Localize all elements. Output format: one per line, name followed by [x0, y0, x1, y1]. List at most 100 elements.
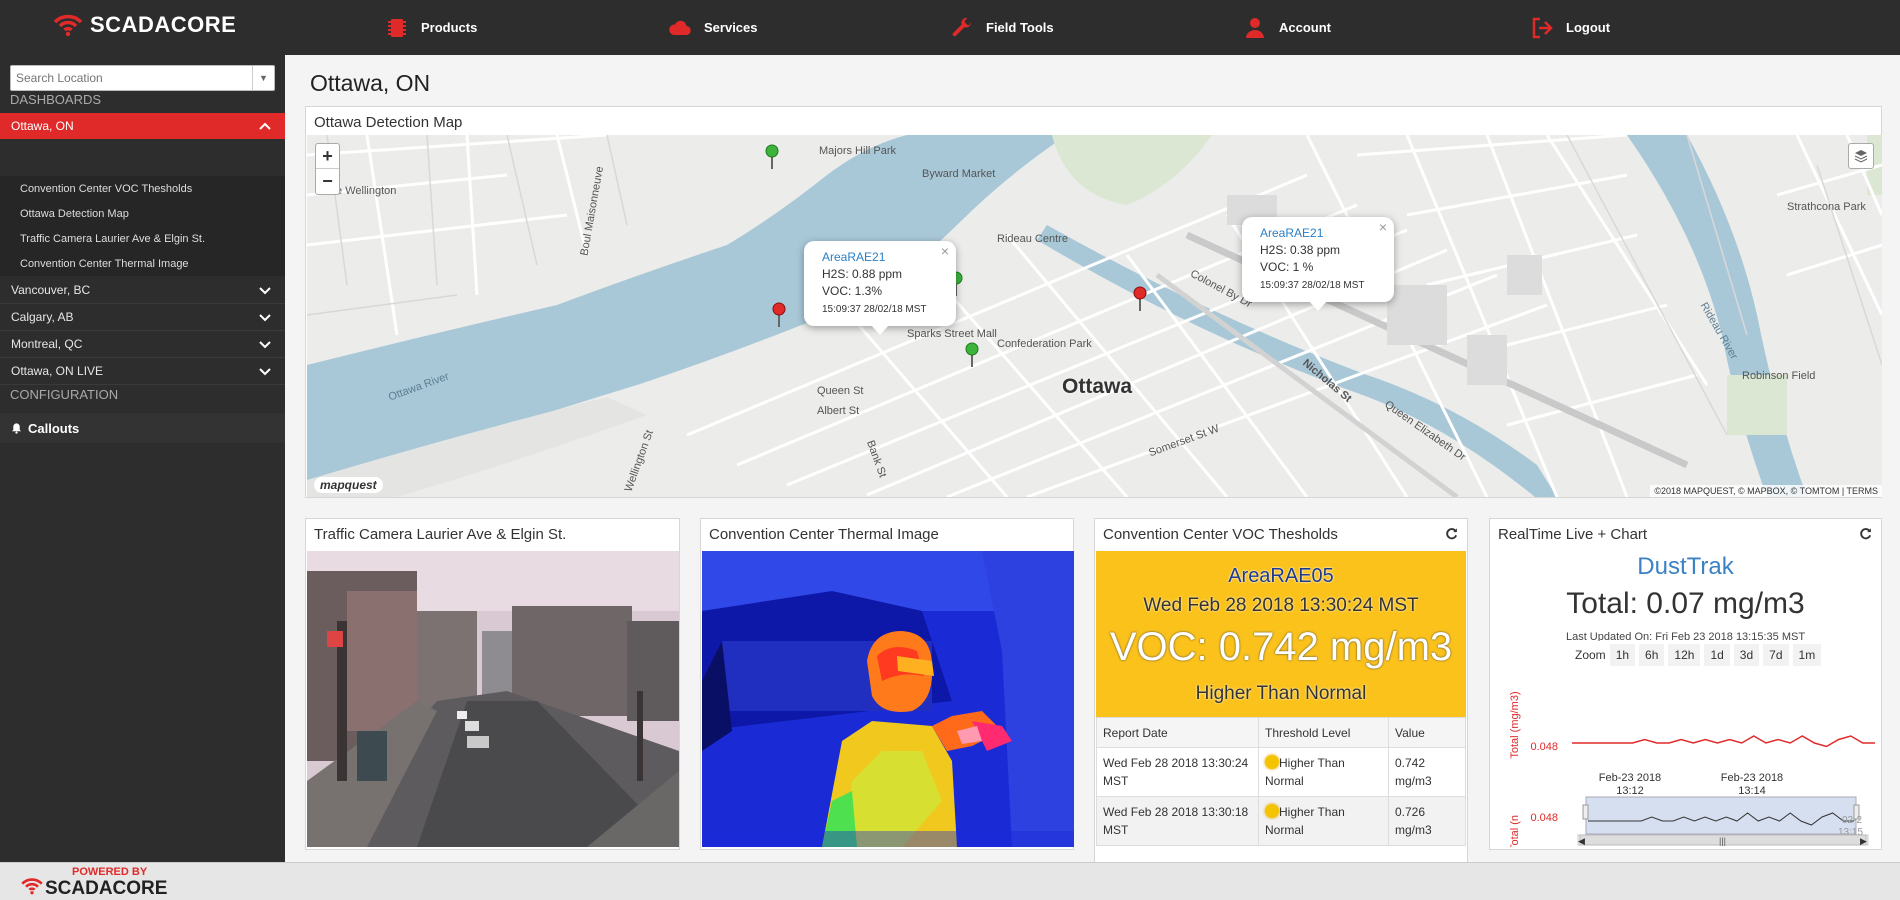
wrench-icon	[952, 17, 971, 36]
zoom-1h-button[interactable]: 1h	[1609, 644, 1636, 666]
map-label: Robinson Field	[1742, 370, 1816, 382]
sidebar-subitem-label: Convention Center VOC Thesholds	[20, 182, 193, 195]
y-tick-label: 0.048	[1530, 741, 1558, 753]
x-tick-label-line: Feb-23 2018	[1721, 772, 1783, 784]
mapquest-logo[interactable]: mapquest	[314, 477, 383, 493]
navigator-y-tick: 0.048	[1530, 812, 1558, 824]
table-row: Wed Feb 28 2018 13:30:24 MST Higher Than…	[1096, 747, 1466, 797]
thermal-image[interactable]	[702, 551, 1074, 847]
detection-map[interactable]: Majors Hill Park Byward Market Rideau Ce…	[307, 135, 1882, 497]
scrollbar-grip-icon: |||	[1719, 836, 1726, 846]
sidebar-subitem-traffic-camera[interactable]: Traffic Camera Laurier Ave & Elgin St.	[0, 226, 285, 251]
map-label: Strathcona Park	[1787, 201, 1866, 213]
refresh-icon[interactable]	[1445, 527, 1458, 540]
navigator-window[interactable]	[1585, 796, 1857, 835]
zoom-1m-button[interactable]: 1m	[1792, 644, 1822, 666]
nav-products[interactable]: Products	[385, 0, 477, 55]
sidebar-item-label: Vancouver, BC	[11, 283, 91, 297]
table-header-row: Report Date Threshold Level Value	[1096, 717, 1466, 748]
column-header[interactable]: Value	[1388, 717, 1466, 748]
scadacore-logo[interactable]: SCADACORE	[52, 12, 236, 38]
navigator-y-label: Total (n	[1509, 815, 1521, 847]
sidebar-subitem-detection-map[interactable]: Ottawa Detection Map	[0, 201, 285, 226]
cloud-icon	[669, 20, 691, 35]
powered-by-text: POWERED BY	[72, 866, 148, 878]
search-location-input[interactable]	[11, 66, 246, 90]
voc-current-reading: AreaRAE05 Wed Feb 28 2018 13:30:24 MST V…	[1096, 551, 1466, 717]
sidebar-item-montreal[interactable]: Montreal, QC	[0, 331, 285, 358]
zoom-out-button[interactable]: −	[316, 169, 339, 194]
voc-datetime: Wed Feb 28 2018 13:30:24 MST	[1143, 595, 1419, 616]
chevron-down-icon	[259, 368, 271, 376]
nav-products-label: Products	[421, 20, 478, 35]
series-line	[1572, 735, 1875, 748]
nav-logout-label: Logout	[1566, 20, 1611, 35]
refresh-icon[interactable]	[1859, 527, 1872, 540]
nav-services[interactable]: Services	[668, 0, 758, 55]
sidebar-item-callouts[interactable]: Callouts	[0, 413, 285, 443]
nav-field-tools[interactable]: Field Tools	[950, 0, 1054, 55]
total-reading: Total: 0.07 mg/m3	[1566, 587, 1805, 620]
device-name: DustTrak	[1637, 553, 1734, 580]
camera-scene	[307, 551, 679, 847]
search-dropdown-button[interactable]: ▼	[252, 66, 274, 90]
nav-logout[interactable]: Logout	[1530, 0, 1610, 55]
value-cell: 0.742 mg/m3	[1388, 747, 1466, 797]
traffic-camera-image[interactable]	[307, 551, 679, 847]
zoom-label: Zoom	[1575, 648, 1606, 662]
sidebar-item-calgary[interactable]: Calgary, AB	[0, 304, 285, 331]
close-popup-button[interactable]: ×	[941, 243, 949, 260]
voc-area-name: AreaRAE05	[1228, 565, 1334, 587]
zoom-6h-button[interactable]: 6h	[1639, 644, 1665, 666]
search-location[interactable]: ▼	[10, 65, 275, 91]
y-axis-label: Total (mg/m3)	[1509, 691, 1521, 758]
thermal-image-panel: Convention Center Thermal Image	[700, 518, 1074, 850]
voc-value: VOC: 0.742 mg/m3	[1109, 625, 1453, 669]
sidebar-subitem-voc-thresholds[interactable]: Convention Center VOC Thesholds	[0, 176, 285, 201]
value-cell: 0.726 mg/m3	[1388, 796, 1466, 846]
sidebar-subitem-label: Traffic Camera Laurier Ave & Elgin St.	[20, 232, 206, 245]
nav-account[interactable]: Account	[1243, 0, 1331, 55]
threshold-level-cell: Higher Than Normal	[1258, 747, 1389, 797]
zoom-7d-button[interactable]: 7d	[1763, 644, 1789, 666]
scroll-right-icon[interactable]: ▶	[1860, 836, 1867, 846]
zoom-in-button[interactable]: +	[316, 144, 339, 169]
sidebar-item-ottawa-live[interactable]: Ottawa, ON LIVE	[0, 358, 285, 385]
nav-field-tools-label: Field Tools	[986, 20, 1054, 35]
map-layers-button[interactable]	[1848, 143, 1874, 169]
map-zoom-control: + −	[315, 143, 340, 195]
sidebar-subitem-thermal-image[interactable]: Convention Center Thermal Image	[0, 251, 285, 276]
sidebar-item-vancouver[interactable]: Vancouver, BC	[0, 277, 285, 304]
nav-services-label: Services	[704, 20, 758, 35]
thermal-scene	[702, 551, 1074, 847]
realtime-chart-panel: RealTime Live + Chart DustTrak Total: 0.…	[1489, 518, 1882, 850]
sidebar-subitem-label: Convention Center Thermal Image	[20, 257, 189, 270]
realtime-line-chart[interactable]: Total (mg/m3) 0.048 Feb-23 2018 13:12 Feb…	[1490, 667, 1881, 847]
popup-device-link[interactable]: AreaRAE21	[822, 250, 885, 264]
map-label: Majors Hill Park	[819, 145, 897, 157]
close-popup-button[interactable]: ×	[1379, 219, 1387, 236]
sidebar-item-label: Ottawa, ON LIVE	[11, 364, 104, 378]
wifi-logo-icon	[21, 878, 43, 895]
map-label: Confederation Park	[997, 338, 1092, 350]
popup-device-link[interactable]: AreaRAE21	[1260, 226, 1323, 240]
user-icon	[1246, 17, 1264, 38]
zoom-3d-button[interactable]: 3d	[1733, 644, 1760, 666]
wifi-logo-icon	[53, 14, 83, 37]
column-header[interactable]: Threshold Level	[1258, 717, 1389, 748]
traffic-camera-panel: Traffic Camera Laurier Ave & Elgin St.	[305, 518, 680, 850]
voc-thresholds-panel: Convention Center VOC Thesholds AreaRAE0…	[1094, 518, 1468, 864]
panel-title: RealTime Live + Chart	[1498, 526, 1648, 543]
sidebar-item-ottawa-on[interactable]: Ottawa, ON	[0, 113, 285, 139]
sidebar-subitem-label: Ottawa Detection Map	[20, 207, 129, 220]
chevron-down-icon	[259, 341, 271, 349]
scroll-left-icon[interactable]: ◀	[1578, 836, 1585, 846]
x-tick-label-line: 13:12	[1616, 785, 1644, 797]
zoom-1d-button[interactable]: 1d	[1704, 644, 1730, 666]
column-header[interactable]: Report Date	[1096, 717, 1259, 748]
map-attribution[interactable]: ©2018 MAPQUEST, © MAPBOX, © TOMTOM | TER…	[1650, 485, 1882, 497]
navigator-left-handle[interactable]	[1582, 804, 1589, 820]
city-label: Ottawa	[1062, 375, 1133, 398]
zoom-12h-button[interactable]: 12h	[1668, 644, 1701, 666]
threshold-level-cell: Higher Than Normal	[1258, 796, 1389, 846]
